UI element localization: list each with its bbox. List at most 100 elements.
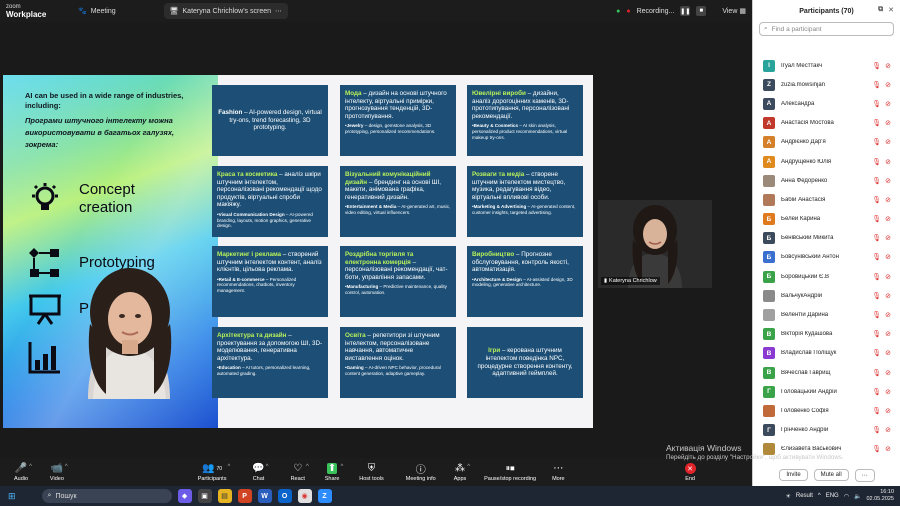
- meeting-label: Meeting: [90, 7, 116, 15]
- card-fashion: Fashion – AI-powered design, virtual try…: [212, 85, 328, 156]
- participant-name: Анастасія Мостова: [781, 120, 834, 127]
- participant-row[interactable]: А Анастасія Мостова 🎙 ⊘: [753, 114, 900, 133]
- pause-recording-icon[interactable]: ❚❚: [680, 6, 690, 16]
- avatar: А: [763, 97, 775, 110]
- participant-row[interactable]: Б Белей Карина 🎙 ⊘: [753, 210, 900, 229]
- participant-row[interactable]: I Ігуал Месттакч 🎙 ⊘: [753, 56, 900, 75]
- participant-row[interactable]: В Владислав Поліщук 🎙 ⊘: [753, 344, 900, 363]
- host-tools-button[interactable]: ⛨ Host tools: [359, 458, 383, 486]
- chat-caret-icon[interactable]: ^: [266, 464, 269, 470]
- video-off-icon: ⊘: [885, 369, 891, 377]
- participant-row[interactable]: Б Бенівський Микита 🎙 ⊘: [753, 229, 900, 248]
- participant-search[interactable]: ⌕ Find a participant: [759, 22, 894, 36]
- copilot-icon[interactable]: ◆: [177, 489, 192, 503]
- close-icon[interactable]: ✕: [888, 6, 894, 14]
- mic-muted-icon: 🎙: [872, 331, 882, 339]
- taskbar-search[interactable]: ⌕ Пошук: [41, 489, 172, 503]
- share-button[interactable]: ⬆ Share: [325, 458, 339, 486]
- card-marketing-ua: Маркетинг і реклама – створений штучним …: [212, 246, 328, 317]
- video-button[interactable]: 📹 Video: [50, 458, 64, 486]
- participant-row[interactable]: ВальчукАндрій 🎙 ⊘: [753, 286, 900, 305]
- card-title: Архітектура та дизайн: [217, 332, 287, 339]
- more-button[interactable]: ⋯ More: [552, 458, 565, 486]
- share-caret-icon[interactable]: ^: [340, 464, 343, 470]
- participant-row[interactable]: А Александра 🎙 ⊘: [753, 94, 900, 113]
- screen-share-pill[interactable]: 🖥 Kateryna Chrichlow's screen ⋯: [163, 3, 288, 19]
- audio-caret-icon[interactable]: ^: [29, 464, 32, 470]
- participant-row[interactable]: Головенко Софія 🎙 ⊘: [753, 401, 900, 420]
- zoom-icon[interactable]: Z: [317, 489, 332, 503]
- participant-row[interactable]: Zzuzia.mowsinjan 🎙 ⊘: [753, 75, 900, 94]
- tray-chevron-icon[interactable]: ^: [818, 493, 821, 499]
- more-dots-icon[interactable]: ⋯: [275, 7, 282, 15]
- popout-icon[interactable]: ⧉: [878, 6, 883, 14]
- participant-row[interactable]: А Андрієнко Дар'я 🎙 ⊘: [753, 133, 900, 152]
- share-pill-label: Kateryna Chrichlow's screen: [182, 7, 271, 15]
- video-off-icon: ⊘: [885, 331, 891, 339]
- react-button[interactable]: ♡ React: [291, 458, 305, 486]
- video-off-icon: ⊘: [885, 388, 891, 396]
- participant-row[interactable]: Бабій Анастасія 🎙 ⊘: [753, 190, 900, 209]
- meeting-info-button[interactable]: ⓘ Meeting info: [406, 458, 436, 486]
- file-explorer-icon[interactable]: ▤: [217, 489, 232, 503]
- participant-status-icons: 🎙 ⊘: [872, 349, 891, 357]
- participant-row[interactable]: Б Бовсунівський Антон 🎙 ⊘: [753, 248, 900, 267]
- participants-button[interactable]: 👥 70 Participants: [198, 458, 227, 486]
- participant-row[interactable]: А Андрущенко Юлія 🎙 ⊘: [753, 152, 900, 171]
- more-options-icon[interactable]: ⋯: [854, 468, 875, 482]
- mic-muted-icon: 🎙: [872, 312, 882, 320]
- participant-search-input[interactable]: Find a participant: [772, 26, 822, 33]
- participant-row[interactable]: Б Боровицький Є.В 🎙 ⊘: [753, 267, 900, 286]
- card-bullet: •Marketing & Advertising – AI-generated …: [472, 204, 576, 215]
- heart-icon: ♡: [293, 463, 303, 474]
- react-caret-icon[interactable]: ^: [306, 464, 309, 470]
- mic-muted-icon: 🎙: [872, 350, 882, 358]
- stop-recording-icon[interactable]: ■: [696, 6, 707, 16]
- apps-caret-icon[interactable]: ^: [467, 464, 470, 470]
- video-caret-icon[interactable]: ^: [65, 464, 68, 470]
- participant-row[interactable]: Г Головацький Андрій 🎙 ⊘: [753, 382, 900, 401]
- mic-muted-icon: 🎙: [872, 120, 882, 128]
- participant-name: Боровицький Є.В: [781, 273, 830, 280]
- avatar: А: [763, 117, 775, 130]
- task-view-icon[interactable]: ▣: [197, 489, 212, 503]
- weather-icon[interactable]: ☀: [785, 493, 790, 500]
- mute-all-button[interactable]: Mute all: [813, 469, 849, 481]
- pause-stop-recording-button[interactable]: ⏸⏹ Pause/stop recording: [484, 458, 536, 486]
- card-title: Маркетинг і реклама: [217, 251, 282, 258]
- participants-caret-icon[interactable]: ^: [227, 464, 230, 470]
- apps-button[interactable]: ⁂ Apps: [454, 458, 467, 486]
- chat-button[interactable]: 💬 Chat: [252, 458, 264, 486]
- powerpoint-icon[interactable]: P: [237, 489, 252, 503]
- video-label: Video: [49, 475, 64, 482]
- bullet-lead: Beauty & Cosmetics: [473, 123, 519, 129]
- invite-button[interactable]: Invite: [779, 469, 808, 481]
- audio-button[interactable]: 🎤 Audio: [14, 458, 28, 486]
- volume-icon[interactable]: 🔈: [854, 493, 861, 500]
- word-icon[interactable]: W: [257, 489, 272, 503]
- language-indicator[interactable]: ENG: [826, 493, 839, 499]
- chrome-icon[interactable]: ◉: [297, 489, 312, 503]
- participant-row[interactable]: Велентій Дарина 🎙 ⊘: [753, 305, 900, 324]
- outlook-icon[interactable]: O: [277, 489, 292, 503]
- participant-row[interactable]: Г Грінченко Андрій 🎙 ⊘: [753, 421, 900, 440]
- card-lead: Ігри: [488, 347, 501, 355]
- participants-panel: Participants (70) ⧉ ✕ ⌕ Find a participa…: [752, 0, 900, 486]
- zoom-logo: zoom Workplace: [6, 4, 60, 19]
- recording-status: Recording...: [636, 7, 675, 15]
- participant-name: Головенко Софія: [781, 407, 829, 414]
- card-beauty-ua: Краса та косметика – аналіз шкіри штучни…: [212, 166, 328, 237]
- card-gaming-ua: Ігри – керована штучним інтелектом повед…: [467, 327, 583, 398]
- card-manufacturing-ua: Виробництво – Прогнозне обслуговування, …: [467, 246, 583, 317]
- card-title: Мода: [345, 90, 362, 97]
- participant-row[interactable]: В Вікторія Кудашова 🎙 ⊘: [753, 325, 900, 344]
- participant-video-tile[interactable]: ▮ Kateryna Chrichlow: [598, 200, 712, 288]
- participant-row[interactable]: В Вячеслав Гаврищ 🎙 ⊘: [753, 363, 900, 382]
- meeting-menu[interactable]: 🐾 Meeting: [78, 7, 116, 16]
- wifi-icon[interactable]: ◠: [844, 493, 849, 500]
- view-menu[interactable]: View ▦: [722, 7, 746, 16]
- windows-start-icon[interactable]: ⊞: [8, 491, 16, 502]
- participant-row[interactable]: Анна Федоренко 🎙 ⊘: [753, 171, 900, 190]
- avatar: Б: [763, 213, 775, 226]
- clock[interactable]: 16:10 02.05.2025: [866, 489, 894, 503]
